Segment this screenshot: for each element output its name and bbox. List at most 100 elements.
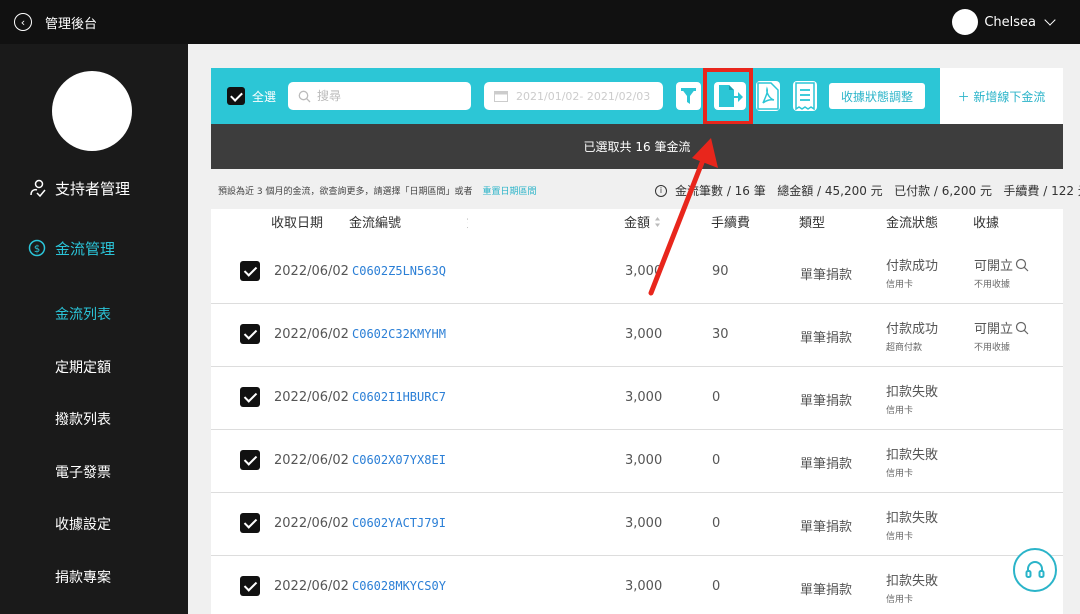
row-fee: 30 [712,327,729,342]
row-fee: 0 [712,453,721,468]
col-header-amount[interactable]: 金額 [624,212,661,231]
row-type: 單筆捐款 [800,394,853,409]
row-status: 付款成功 [886,322,939,337]
col-header-code: 金流編號 [349,216,402,231]
row-receipt-note: 不用收據 [974,280,1011,290]
select-all-checkbox[interactable]: 全選 [227,87,276,105]
col-header-status: 金流狀態 [886,216,939,231]
calendar-icon [494,91,508,102]
row-code-link[interactable]: C0602YACTJ79I [352,516,446,530]
row-status: 扣款失敗 [886,574,939,589]
avatar [952,9,979,35]
col-header-date: 收取日期 [271,216,324,231]
table-row[interactable]: 2022/06/02 C0602I1HBURC7 3,000 0 單筆捐款 扣款失敗 信用卡 [211,367,1063,430]
sidebar-subitem-payouts[interactable]: 撥款列表 [55,409,111,429]
org-avatar [52,71,132,151]
row-checkbox[interactable] [240,450,260,470]
money-icon: $ [28,239,46,257]
row-code-link[interactable]: C0602X07YX8EI [352,453,446,467]
row-amount: 3,000 [625,453,663,468]
row-type: 單筆捐款 [800,457,853,472]
row-status: 扣款失敗 [886,385,939,400]
row-receipt: 可開立 [974,318,1029,337]
row-checkbox[interactable] [240,576,260,596]
row-type: 單筆捐款 [800,331,853,346]
info-icon: i [655,184,667,197]
sidebar-subitem-recurring[interactable]: 定期定額 [55,357,111,377]
user-menu[interactable]: Chelsea [952,9,1056,35]
col-header-type: 類型 [799,216,826,231]
date-range-value: 2021/01/02‑ 2021/02/03 [516,89,651,103]
reset-date-range-link[interactable]: 重置日期區間 [482,187,536,197]
row-amount: 3,000 [625,390,663,405]
add-offline-cashflow-link[interactable]: ＋ 新增線下金流 [958,88,1046,105]
row-amount: 3,000 [625,264,663,279]
pdf-button[interactable] [756,81,780,111]
name-column-blank [468,209,510,303]
row-type: 單筆捐款 [800,583,853,598]
table-row[interactable]: 2022/06/02 C0602Z5LN563Q 3,000 90 單筆捐款 付款成功 信用… [211,241,1063,304]
row-payment-method: 超商付款 [886,343,923,353]
table-row[interactable]: 2022/06/02 C06028MKYCS0Y 3,000 0 單筆捐款 扣款失敗 信用卡 [211,556,1063,614]
user-name: Chelsea [984,14,1036,30]
row-payment-method: 信用卡 [886,595,914,605]
help-button[interactable] [1013,548,1057,592]
sidebar-subitem-cashflow-list[interactable]: 金流列表 [55,304,111,324]
row-receipt: 可開立 [974,255,1029,274]
row-receipt-status: 可開立 [974,322,1014,337]
table-row[interactable]: 2022/06/02 C0602YACTJ79I 3,000 0 單筆捐款 扣款失敗 信用卡 [211,493,1063,556]
app-title: 管理後台 [45,16,98,32]
table-row[interactable]: 2022/06/02 C0602C32KMYHM 3,000 30 單筆捐款 付款成功 超商… [211,304,1063,367]
receipt-button[interactable] [793,81,817,111]
row-date: 2022/06/02 [274,516,349,531]
summary: i 金流筆數 / 16 筆 總金額 / 45,200 元 已付款 / 6,200… [655,182,1080,199]
back-icon[interactable]: ‹ [14,13,32,31]
row-type: 單筆捐款 [800,268,853,283]
row-date: 2022/06/02 [274,579,349,594]
pdf-icon [757,82,779,110]
row-checkbox[interactable] [240,387,260,407]
toolbar-right: ＋ 新增線下金流 [940,68,1063,124]
row-type: 單筆捐款 [800,520,853,535]
row-checkbox[interactable] [240,261,260,281]
row-code-link[interactable]: C0602Z5LN563Q [352,264,446,278]
row-receipt-status: 可開立 [974,259,1014,274]
row-checkbox[interactable] [240,324,260,344]
row-checkbox[interactable] [240,513,260,533]
headset-icon [1025,561,1045,578]
sort-icon [655,216,661,227]
col-header-fee: 手續費 [711,216,751,231]
magnifier-icon[interactable] [1015,258,1029,272]
filter-button[interactable] [676,82,701,110]
row-date: 2022/06/02 [274,390,349,405]
row-status: 扣款失敗 [886,448,939,463]
row-code-link[interactable]: C0602I1HBURC7 [352,390,446,404]
row-payment-method: 信用卡 [886,532,914,542]
sidebar-subitem-receipt-settings[interactable]: 收據設定 [55,514,111,534]
date-hint: 預設為近 3 個月的金流，欲查詢更多，請選擇「日期區間」或者 重置日期區間 [218,184,536,197]
row-payment-method: 信用卡 [886,280,914,290]
supporter-icon [30,179,46,198]
search-icon [298,90,311,102]
row-payment-method: 信用卡 [886,406,914,416]
col-header-receipt: 收據 [973,216,1000,231]
chevron-down-icon [1044,14,1056,26]
sidebar-item-label: 金流管理 [55,239,116,258]
magnifier-icon[interactable] [1015,321,1029,335]
sidebar-subitem-projects[interactable]: 捐款專案 [55,567,111,587]
sidebar-subitem-einvoice[interactable]: 電子發票 [55,462,111,482]
receipt-status-adjust-button[interactable]: 收據狀態調整 [829,83,925,109]
col-header-amount-label: 金額 [624,216,651,231]
row-fee: 0 [712,579,721,594]
row-date: 2022/06/02 [274,264,349,279]
table-row[interactable]: 2022/06/02 C0602X07YX8EI 3,000 0 單筆捐款 扣款失敗 信用卡 [211,430,1063,493]
row-code-link[interactable]: C06028MKYCS0Y [352,579,446,593]
search-input[interactable] [317,89,457,103]
row-code-link[interactable]: C0602C32KMYHM [352,327,446,341]
summary-text: 金流筆數 / 16 筆 總金額 / 45,200 元 已付款 / 6,200 元… [675,184,1080,198]
top-bar: ‹ 管理後台 Chelsea [0,0,1080,44]
date-range-picker[interactable]: 2021/01/02‑ 2021/02/03 [484,82,663,110]
selected-count-text: 已選取共 16 筆金流 [583,140,691,154]
search-box[interactable] [288,82,471,110]
filter-icon [681,88,696,104]
